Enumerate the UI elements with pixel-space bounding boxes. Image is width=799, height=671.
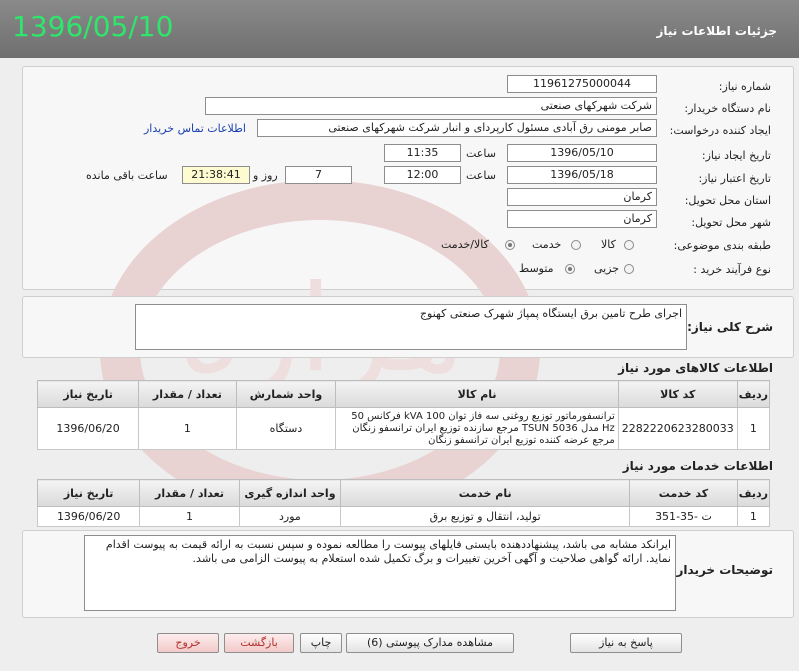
- created-date-field: 1396/05/10: [507, 144, 657, 162]
- goods-col-qty: تعداد / مقدار: [138, 380, 237, 408]
- summary-label: شرح کلی نیاز:: [687, 320, 773, 334]
- services-col-code: کد خدمت: [629, 479, 738, 507]
- created-time-label: ساعت: [466, 147, 496, 160]
- services-row-qty: 1: [139, 506, 240, 527]
- province-field: کرمان: [507, 188, 657, 206]
- page-header: 1396/05/10 جزئیات اطلاعات نیاز: [0, 0, 799, 58]
- province-label: استان محل تحویل:: [684, 194, 771, 207]
- goods-row-number: 1: [736, 407, 771, 450]
- view-attachments-button[interactable]: مشاهده مدارک پیوستی (6): [346, 633, 514, 653]
- buyer-org-field: شرکت شهرکهای صنعتی: [205, 97, 657, 115]
- validity-time-field: 12:00: [384, 166, 461, 184]
- back-button[interactable]: بازگشت: [224, 633, 294, 653]
- goods-table: ردیف کد کالا نام کالا واحد شمارش تعداد /…: [36, 380, 771, 450]
- services-col-qty: تعداد / مقدار: [139, 479, 240, 507]
- category-option-goods-service: کالا/خدمت: [441, 238, 489, 251]
- city-field: کرمان: [507, 210, 657, 228]
- goods-col-date: تاریخ نیاز: [36, 380, 140, 408]
- city-label: شهر محل تحویل:: [691, 216, 771, 229]
- buyer-contact-link[interactable]: اطلاعات تماس خریدار: [144, 122, 246, 135]
- goods-col-code: کد کالا: [617, 380, 738, 408]
- process-option-medium: متوسط: [519, 262, 554, 275]
- remaining-time-field: 21:38:41: [182, 166, 250, 184]
- validity-time-label: ساعت: [466, 169, 496, 182]
- print-button[interactable]: چاپ: [300, 633, 342, 653]
- requester-label: ایجاد کننده درخواست:: [669, 124, 771, 137]
- category-radio-service[interactable]: [571, 240, 581, 250]
- goods-col-name: نام کالا: [335, 380, 619, 408]
- need-number-field: 11961275000044: [507, 75, 657, 93]
- services-col-row: ردیف: [736, 479, 771, 507]
- requester-field: صابر مومنی رق آبادی مسئول کارپردای و انب…: [257, 119, 657, 137]
- goods-row-unit: دستگاه: [235, 407, 337, 450]
- created-date-label: تاریخ ایجاد نیاز:: [701, 149, 771, 162]
- services-table: ردیف کد خدمت نام خدمت واحد اندازه گیری ت…: [36, 479, 771, 527]
- page-title: جزئیات اطلاعات نیاز: [656, 24, 777, 38]
- goods-row-qty: 1: [138, 407, 237, 450]
- services-row-code: ت -35-351: [629, 506, 738, 527]
- services-row-number: 1: [736, 506, 771, 527]
- services-row-unit: مورد: [238, 506, 342, 527]
- days-label: روز و: [253, 169, 278, 182]
- reply-button[interactable]: پاسخ به نیاز: [570, 633, 682, 653]
- validity-date-field: 1396/05/18: [507, 166, 657, 184]
- table-row[interactable]: 1 ت -35-351 تولید، انتقال و توزیع برق مو…: [36, 506, 771, 527]
- category-radio-goods-service[interactable]: [505, 240, 515, 250]
- goods-col-unit: واحد شمارش: [235, 380, 337, 408]
- category-label: طبقه بندی موضوعی:: [673, 239, 771, 252]
- services-table-header: ردیف کد خدمت نام خدمت واحد اندازه گیری ت…: [36, 479, 771, 507]
- category-option-service: خدمت: [532, 238, 562, 251]
- services-col-name: نام خدمت: [340, 479, 631, 507]
- buyer-org-label: نام دستگاه خریدار:: [684, 102, 771, 115]
- process-type-label: نوع فرآیند خرید :: [693, 263, 771, 276]
- process-option-minor: جزیی: [594, 262, 620, 275]
- need-number-label: شماره نیاز:: [718, 80, 771, 93]
- remaining-days-field: 7: [285, 166, 352, 184]
- services-col-date: تاریخ نیاز: [36, 479, 141, 507]
- goods-row-name: ترانسفورماتور توزیع روغنی سه فاز توان 10…: [335, 407, 619, 450]
- validity-date-label: تاریخ اعتبار نیاز:: [698, 172, 771, 185]
- process-radio-medium[interactable]: [565, 264, 575, 274]
- buyer-notes-label: توضیحات خریدار:: [671, 563, 773, 577]
- date-badge: 1396/05/10: [12, 10, 174, 43]
- buyer-notes-text: ایرانکد مشابه می باشد، پیشنهاددهنده بایس…: [84, 535, 676, 611]
- goods-row-date: 1396/06/20: [36, 407, 140, 450]
- services-section-title: اطلاعات خدمات مورد نیاز: [622, 459, 773, 473]
- exit-button[interactable]: خروج: [157, 633, 219, 653]
- services-row-name: تولید، انتقال و توزیع برق: [340, 506, 631, 527]
- services-col-unit: واحد اندازه گیری: [238, 479, 342, 507]
- summary-text: اجرای طرح تامین برق ایستگاه پمپاژ شهرک ص…: [135, 304, 687, 350]
- table-row[interactable]: 1 2282220623280033 ترانسفورماتور توزیع ر…: [36, 407, 771, 450]
- services-row-date: 1396/06/20: [36, 506, 141, 527]
- remaining-time-label: ساعت باقی مانده: [86, 169, 168, 182]
- goods-col-row: ردیف: [736, 380, 771, 408]
- goods-section-title: اطلاعات کالاهای مورد نیاز: [618, 361, 773, 375]
- created-time-field: 11:35: [384, 144, 461, 162]
- category-option-goods: کالا: [601, 238, 616, 251]
- process-radio-minor[interactable]: [624, 264, 634, 274]
- category-radio-goods[interactable]: [624, 240, 634, 250]
- goods-row-code: 2282220623280033: [617, 407, 738, 450]
- goods-table-header: ردیف کد کالا نام کالا واحد شمارش تعداد /…: [36, 380, 771, 408]
